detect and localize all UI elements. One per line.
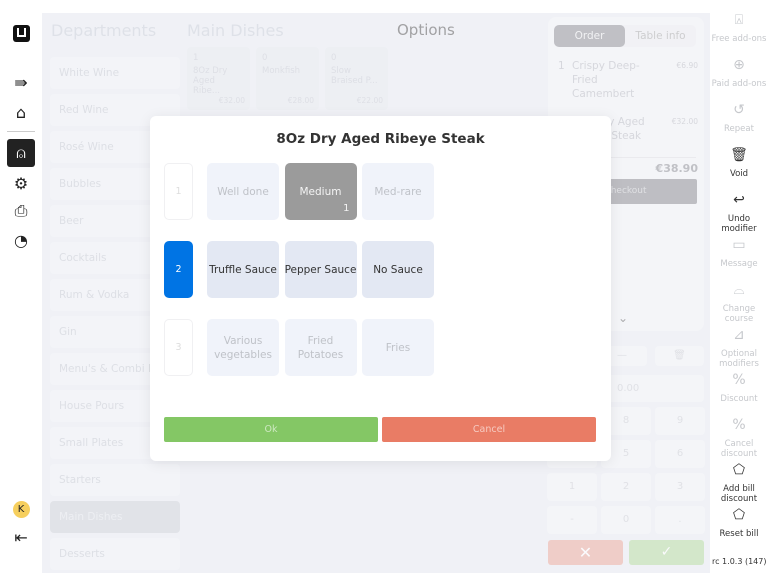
- modal-title: 8Oz Dry Aged Ribeye Steak: [276, 131, 485, 147]
- action-free-add-ons[interactable]: ⍓ Free add-ons: [710, 12, 768, 44]
- message-icon: ▭: [732, 237, 746, 253]
- option-label: Med-rare: [374, 185, 422, 198]
- divider: [7, 131, 35, 132]
- bottle-icon: ⍓: [734, 12, 744, 28]
- action-label: Discount: [720, 394, 758, 404]
- cancel-button[interactable]: Cancel: [382, 417, 596, 442]
- action-cancel-discount[interactable]: % Cancel discount: [710, 417, 768, 459]
- action-label: Cancel discount: [720, 439, 758, 459]
- tag-icon: ⬠: [732, 462, 746, 478]
- option-label: Medium: [299, 185, 342, 198]
- option-button[interactable]: No Sauce: [362, 241, 434, 298]
- avatar[interactable]: K: [7, 495, 35, 523]
- step-1[interactable]: 1: [164, 163, 193, 220]
- option-button[interactable]: Med-rare: [362, 163, 434, 220]
- action-label: Paid add-ons: [711, 79, 767, 89]
- menu-arrow-icon[interactable]: ⇛: [7, 68, 35, 96]
- paid-addon-icon: ⊕: [733, 57, 745, 73]
- action-reset-bill[interactable]: ⬠ Reset bill: [710, 507, 768, 539]
- option-count: 1: [343, 203, 350, 214]
- option-button[interactable]: Fried Potatoes: [284, 319, 357, 376]
- option-label: Truffle Sauce: [209, 263, 277, 276]
- logo: [7, 19, 35, 47]
- action-undo-modifier[interactable]: ↩ Undo modifier: [710, 192, 768, 234]
- action-message[interactable]: ▭ Message: [710, 237, 768, 269]
- action-label: Void: [729, 169, 749, 179]
- version-label: rc 1.0.3 (147): [712, 557, 767, 566]
- option-button[interactable]: Fries: [362, 319, 434, 376]
- option-button[interactable]: Well done: [207, 163, 279, 220]
- step-2[interactable]: 2: [164, 241, 193, 298]
- action-add-bill-discount[interactable]: ⬠ Add bill discount: [710, 462, 768, 504]
- option-button[interactable]: Medium 1: [284, 163, 357, 220]
- ok-button[interactable]: Ok: [164, 417, 378, 442]
- action-paid-add-ons[interactable]: ⊕ Paid add-ons: [710, 57, 768, 89]
- option-label: Various vegetables: [214, 334, 272, 361]
- waiter-bell-icon[interactable]: ⍝: [7, 139, 35, 167]
- option-button[interactable]: Various vegetables: [207, 319, 279, 376]
- action-optional-modifiers[interactable]: ⊿ Optional modifiers: [710, 327, 768, 369]
- option-label: Fried Potatoes: [297, 334, 344, 361]
- home-icon[interactable]: ⌂: [7, 98, 35, 126]
- percent-icon: %: [732, 372, 746, 388]
- step-3[interactable]: 3: [164, 319, 193, 376]
- action-void[interactable]: 🗑 Void: [710, 147, 768, 179]
- action-label: Message: [720, 259, 758, 269]
- action-change-course[interactable]: ⌓ Change course: [710, 282, 768, 324]
- trash-icon: 🗑: [730, 147, 748, 163]
- option-button[interactable]: Truffle Sauce: [207, 241, 279, 298]
- printer-icon[interactable]: ⎙: [7, 197, 35, 225]
- cancel-percent-icon: %: [732, 417, 746, 433]
- action-label: Add bill discount: [720, 484, 758, 504]
- action-label: Reset bill: [719, 529, 759, 539]
- action-sidebar: ⍓ Free add-ons ⊕ Paid add-ons ↺ Repeat 🗑 Void ↩ U…: [710, 13, 768, 573]
- cloche-icon: ⌓: [733, 282, 745, 298]
- option-label: Well done: [217, 185, 269, 198]
- option-button[interactable]: Pepper Sauce: [284, 241, 357, 298]
- action-label: Optional modifiers: [719, 349, 759, 369]
- tag-x-icon: ⬠: [732, 507, 746, 523]
- option-label: Fries: [385, 341, 411, 354]
- nav-sidebar: ⇛ ⌂ ⍝ ⚙ ⎙ ◔ K ⇤: [0, 13, 42, 573]
- action-repeat[interactable]: ↺ Repeat: [710, 102, 768, 134]
- undo-icon: ↩: [733, 192, 745, 208]
- option-label: Pepper Sauce: [284, 263, 357, 276]
- action-label: Repeat: [724, 124, 754, 134]
- action-label: Change course: [722, 304, 756, 324]
- action-discount[interactable]: % Discount: [710, 372, 768, 404]
- action-label: Undo modifier: [721, 214, 757, 234]
- action-label: Free add-ons: [711, 34, 767, 44]
- gear-icon[interactable]: ⚙: [7, 169, 35, 197]
- pie-chart-icon[interactable]: ◔: [7, 226, 35, 254]
- repeat-icon: ↺: [733, 102, 745, 118]
- option-label: No Sauce: [373, 263, 423, 276]
- modifier-icon: ⊿: [733, 327, 745, 343]
- logout-icon[interactable]: ⇤: [7, 523, 35, 551]
- options-modal: 8Oz Dry Aged Ribeye Steak 1 Well done Medi…: [150, 116, 611, 461]
